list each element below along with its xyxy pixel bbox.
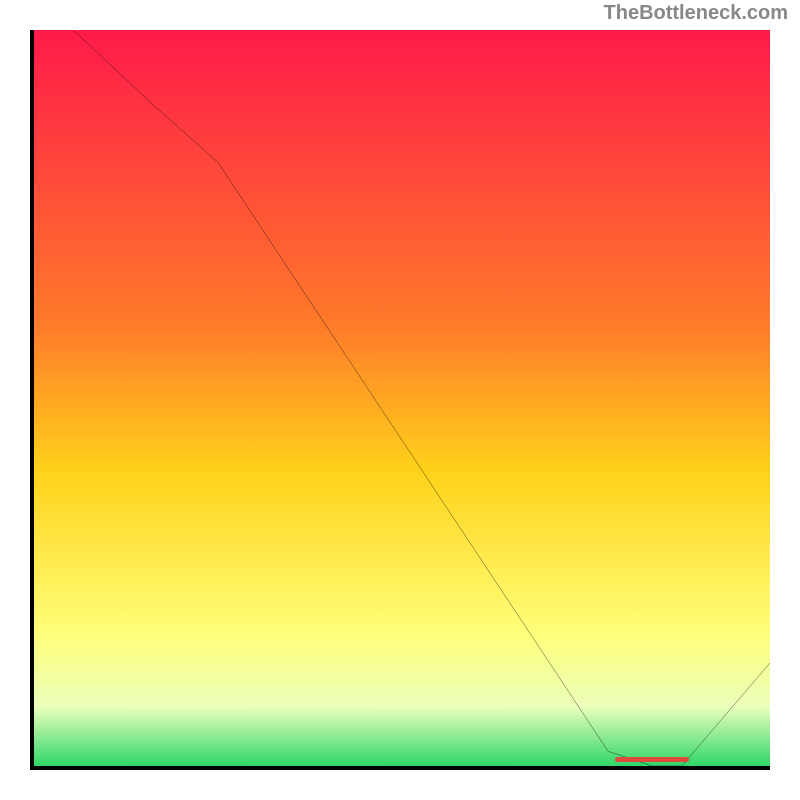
chart-plot-area [30, 30, 770, 770]
watermark-label: TheBottleneck.com [604, 2, 788, 25]
chart-optimum-marker [615, 757, 689, 762]
chart-line-series [34, 30, 770, 766]
